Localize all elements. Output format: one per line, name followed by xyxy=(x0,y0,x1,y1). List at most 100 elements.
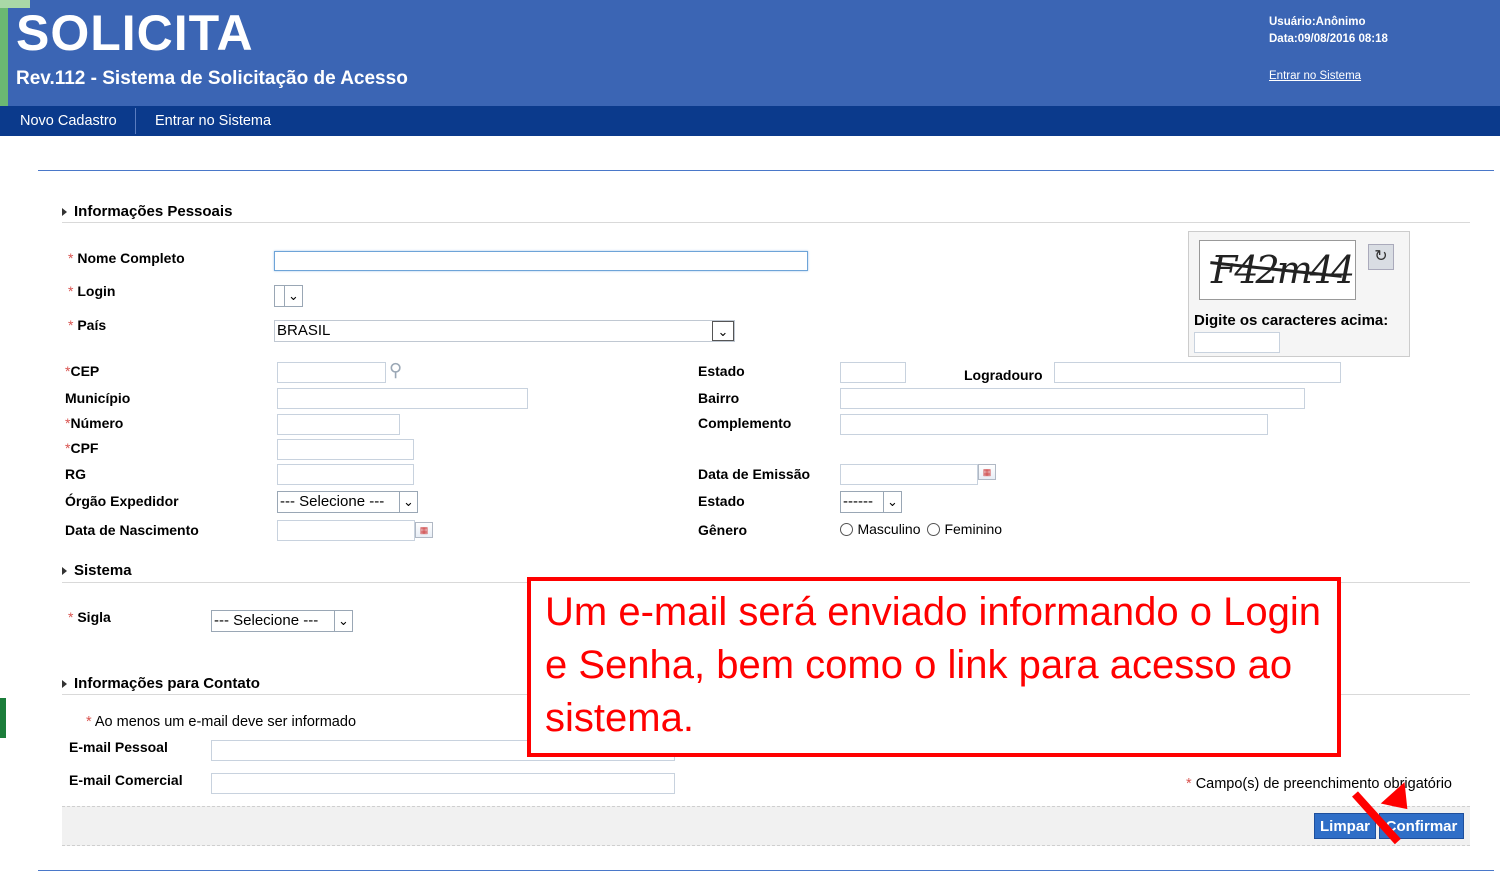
annotation-callout-text: Um e-mail será enviado informando o Logi… xyxy=(545,590,1321,740)
header-login-link[interactable]: Entrar no Sistema xyxy=(1269,70,1361,82)
radio-masculino-label: Masculino xyxy=(857,521,921,537)
logradouro-input[interactable] xyxy=(1054,362,1341,383)
logradouro-label: Logradouro xyxy=(964,367,1043,383)
refresh-icon[interactable]: ↻ xyxy=(1368,244,1394,270)
nome-input[interactable] xyxy=(274,251,808,271)
section-personal-label: Informações Pessoais xyxy=(74,203,233,220)
rg-label: RG xyxy=(65,466,86,482)
sigla-label: * Sigla xyxy=(68,609,111,625)
rg-input[interactable] xyxy=(277,464,414,485)
sigla-value: --- Selecione --- xyxy=(214,612,319,629)
chevron-down-icon: ⌄ xyxy=(883,492,901,512)
bairro-input[interactable] xyxy=(840,388,1305,409)
sigla-label-text: Sigla xyxy=(77,609,111,625)
cpf-input[interactable] xyxy=(277,439,414,460)
calendar-icon[interactable]: ▦ xyxy=(415,522,433,538)
section-personal-title: Informações Pessoais xyxy=(62,203,232,220)
header-accent-strip xyxy=(0,0,8,106)
cep-label: *CEP xyxy=(65,363,99,379)
clear-button[interactable]: Limpar xyxy=(1314,813,1376,839)
estado2-label: Estado xyxy=(698,493,745,509)
nav-entrar-sistema[interactable]: Entrar no Sistema xyxy=(145,106,281,136)
collapse-arrow-icon[interactable] xyxy=(62,567,67,576)
section-system-title: Sistema xyxy=(62,562,132,579)
required-marker: * xyxy=(68,250,74,266)
captcha-prompt: Digite os caracteres acima: xyxy=(1194,312,1389,329)
complemento-label: Complemento xyxy=(698,415,792,431)
chevron-down-icon: ⌄ xyxy=(284,286,302,306)
estado-label: Estado xyxy=(698,363,745,379)
radio-feminino[interactable] xyxy=(927,523,940,537)
email-comercial-input[interactable] xyxy=(211,773,675,794)
pais-label-text: País xyxy=(77,317,107,333)
required-note-text: Campo(s) de preenchimento obrigatório xyxy=(1195,776,1452,792)
bairro-label: Bairro xyxy=(698,390,740,406)
contact-note: * Ao menos um e-mail deve ser informado xyxy=(86,714,356,730)
nav-separator xyxy=(135,108,136,134)
estado2-select[interactable]: ------ ⌄ xyxy=(840,491,902,513)
collapse-arrow-icon[interactable] xyxy=(62,680,67,689)
login-label: * Login xyxy=(68,283,115,299)
numero-input[interactable] xyxy=(277,414,400,435)
action-bar xyxy=(62,806,1470,846)
complemento-input[interactable] xyxy=(840,414,1268,435)
cpf-label-text: CPF xyxy=(70,440,99,456)
nome-label-text: Nome Completo xyxy=(77,250,185,266)
email-pessoal-label: E-mail Pessoal xyxy=(69,739,168,755)
user-info: Usuário:Anônimo Data:09/08/2016 08:18 xyxy=(1269,14,1388,48)
orgao-select[interactable]: --- Selecione --- ⌄ xyxy=(277,491,418,513)
search-icon[interactable]: ⚲ xyxy=(389,360,402,381)
login-select[interactable]: ⌄ xyxy=(274,285,303,307)
required-marker: * xyxy=(86,714,92,730)
login-label-text: Login xyxy=(77,283,116,299)
date-value: 09/08/2016 08:18 xyxy=(1297,33,1388,45)
bottom-divider xyxy=(38,870,1494,871)
orgao-label: Órgão Expedidor xyxy=(65,493,179,509)
orgao-value: --- Selecione --- xyxy=(280,493,385,510)
pais-value: BRASIL xyxy=(277,322,331,339)
pais-select[interactable]: BRASIL ⌄ xyxy=(274,320,735,342)
required-marker: * xyxy=(68,609,74,625)
date-label: Data: xyxy=(1269,33,1298,45)
nascimento-input[interactable] xyxy=(277,520,415,541)
chevron-down-icon: ⌄ xyxy=(399,492,417,512)
top-divider xyxy=(38,170,1494,171)
numero-label: *Número xyxy=(65,415,123,431)
radio-masculino[interactable] xyxy=(840,523,853,537)
required-marker: * xyxy=(68,317,74,333)
pais-label: * País xyxy=(68,317,106,333)
radio-feminino-label: Feminino xyxy=(944,521,1003,537)
nome-label: * Nome Completo xyxy=(68,250,185,266)
captcha-input[interactable] xyxy=(1194,332,1280,353)
data-emissao-label: Data de Emissão xyxy=(698,466,811,482)
app-title: SOLICITA xyxy=(16,5,254,61)
municipio-input[interactable] xyxy=(277,388,528,409)
estado2-value: ------ xyxy=(843,493,873,510)
section-divider xyxy=(62,222,1470,223)
numero-label-text: Número xyxy=(70,415,124,431)
chevron-down-icon: ⌄ xyxy=(712,321,734,341)
data-emissao-input[interactable] xyxy=(840,464,978,485)
contact-note-text: Ao menos um e-mail deve ser informado xyxy=(94,714,357,730)
cpf-label: *CPF xyxy=(65,440,98,456)
cep-input[interactable] xyxy=(277,362,386,383)
section-system-label: Sistema xyxy=(74,562,132,579)
calendar-icon[interactable]: ▦ xyxy=(978,464,996,480)
user-label: Usuário: xyxy=(1269,16,1316,28)
chevron-down-icon: ⌄ xyxy=(334,611,352,631)
genero-label: Gênero xyxy=(698,522,748,538)
nascimento-label: Data de Nascimento xyxy=(65,522,199,538)
app-subtitle: Rev.112 - Sistema de Solicitação de Aces… xyxy=(16,68,408,89)
section-contact-label: Informações para Contato xyxy=(74,675,260,692)
left-accent-bar xyxy=(0,698,6,738)
collapse-arrow-icon[interactable] xyxy=(62,208,67,217)
genero-feminino[interactable]: Feminino xyxy=(927,521,1002,539)
estado-input[interactable] xyxy=(840,362,906,383)
user-value: Anônimo xyxy=(1315,16,1366,28)
cep-label-text: CEP xyxy=(70,363,100,379)
required-marker: * xyxy=(1186,776,1192,792)
sigla-select[interactable]: --- Selecione --- ⌄ xyxy=(211,610,353,632)
municipio-label: Município xyxy=(65,390,131,406)
genero-masculino[interactable]: Masculino xyxy=(840,521,920,539)
nav-novo-cadastro[interactable]: Novo Cadastro xyxy=(10,106,127,136)
